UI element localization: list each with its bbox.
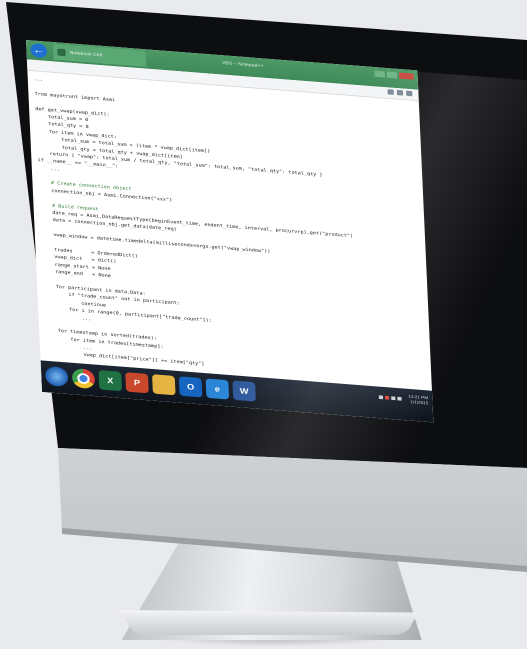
home-icon[interactable] (387, 89, 394, 95)
excel-icon[interactable]: X (98, 370, 123, 392)
tab-icon (57, 48, 66, 57)
start-button[interactable] (44, 365, 69, 388)
outlook-icon[interactable]: O (178, 376, 203, 398)
arrow-up-icon[interactable] (378, 395, 384, 400)
maximize-button[interactable] (386, 71, 398, 79)
tab-label: Notebook Cell (69, 50, 103, 59)
monitor-stand-foot (118, 610, 418, 635)
chrome-icon[interactable] (71, 368, 96, 390)
back-button[interactable]: ← (30, 42, 48, 59)
screen: ← Notebook Cell VBS – Notepad++ ... from… (26, 40, 434, 423)
flag-icon[interactable] (384, 395, 390, 400)
internet-explorer-icon[interactable]: e (205, 378, 230, 400)
window-controls (374, 70, 414, 80)
gear-icon[interactable] (406, 90, 413, 97)
system-clock[interactable]: 12:21 PM 1/1/2015 (408, 394, 428, 406)
screen-wrap: ← Notebook Cell VBS – Notepad++ ... from… (26, 40, 434, 423)
network-icon[interactable] (391, 396, 396, 401)
folder-icon[interactable] (152, 374, 176, 396)
minimize-button[interactable] (374, 70, 385, 78)
tray-icons (378, 395, 402, 401)
clock-date: 1/1/2015 (410, 399, 429, 406)
powerpoint-icon[interactable]: P (125, 372, 149, 394)
toolbar-icons (387, 89, 413, 97)
window-title: VBS – Notepad++ (221, 60, 264, 69)
volume-icon[interactable] (397, 396, 402, 401)
imac-monitor: ← Notebook Cell VBS – Notepad++ ... from… (0, 0, 527, 649)
close-button[interactable] (399, 72, 414, 80)
star-icon[interactable] (396, 89, 404, 96)
word-icon[interactable]: W (232, 380, 256, 402)
code-editor[interactable]: ... from mayotrunt import Asmi def get_vwa… (34, 76, 432, 388)
